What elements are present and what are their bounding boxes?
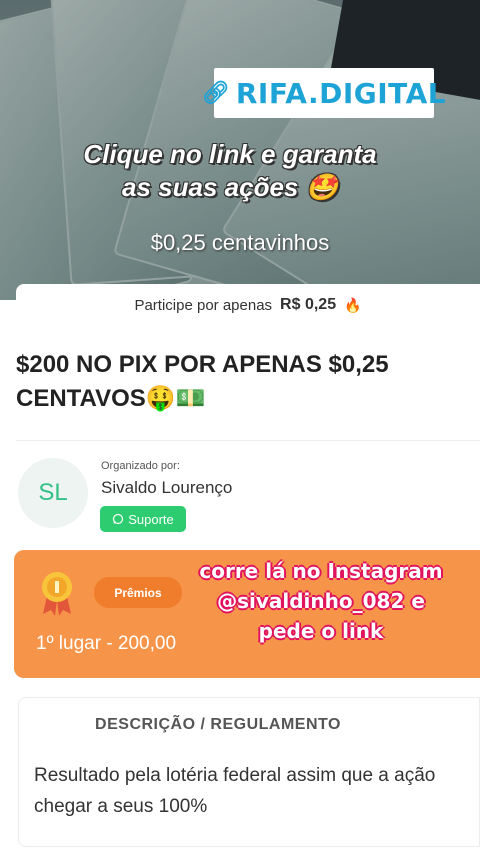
organizer-avatar: SL (18, 458, 88, 528)
first-place-prize: 1º lugar - 200,00 (36, 633, 177, 654)
link-tag-text: RIFA.DIGITAL (235, 76, 447, 110)
divider (16, 440, 480, 441)
price-label: Participe por apenas (134, 296, 273, 314)
price-strip: Participe por apenas R$ 0,25 🔥 (16, 284, 480, 326)
fire-icon: 🔥 (344, 296, 362, 313)
organizer-name: Sivaldo Lourenço (101, 478, 233, 497)
premios-badge[interactable]: Prêmios (94, 577, 182, 608)
whatsapp-icon (113, 513, 124, 525)
hero-subline: $0,25 centavinhos (150, 230, 330, 255)
link-icon: 🔗︎ (201, 80, 230, 105)
hero-banner: 🔗︎ RIFA.DIGITAL Clique no link e garanta… (0, 0, 480, 300)
instagram-overlay-text: corre lá no Instagram @sivaldinho_082 e … (199, 559, 443, 643)
price-value: R$ 0,25 (280, 296, 337, 313)
raffle-title: $200 NO PIX POR APENAS $0,25 CENTAVOS🤑💵 (16, 351, 389, 412)
support-label: Suporte (128, 511, 174, 527)
rifa-digital-link-tag[interactable]: 🔗︎ RIFA.DIGITAL (202, 68, 446, 118)
organizer-label: Organizado por: (101, 460, 180, 472)
medal-icon (42, 572, 72, 616)
description-title: DESCRIÇÃO / REGULAMENTO (95, 716, 341, 733)
hero-headline: Clique no link e garanta as suas ações 🤩 (83, 139, 377, 202)
description-body: Resultado pela lotéria federal assim que… (34, 765, 436, 817)
support-button[interactable]: Suporte (100, 506, 186, 532)
